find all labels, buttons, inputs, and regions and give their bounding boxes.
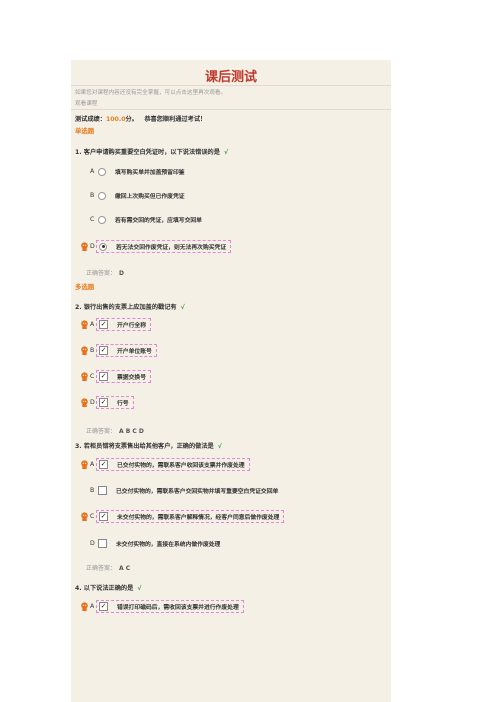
orange-avatar-marker-icon	[81, 242, 88, 251]
divider	[71, 109, 391, 110]
option-3b[interactable]: B 已交付实物的，需联系客户交回实物并填写重要空白凭证交回单	[80, 484, 282, 497]
radio-button[interactable]	[98, 215, 106, 224]
option-3d[interactable]: D 未交付实物的，直接在系统内做作废处理	[80, 537, 224, 550]
divider	[71, 85, 391, 86]
option-2d[interactable]: D ✓ 行号	[80, 396, 134, 409]
option-text: 未交付实物的，直接在系统内做作废处理	[116, 542, 221, 548]
checkbox-checked[interactable]: ✓	[99, 512, 108, 521]
page-title: 课后测试	[204, 70, 257, 85]
radio-button[interactable]	[98, 167, 106, 176]
score-value: 100.0	[105, 116, 126, 123]
option-text: 缴回上次购买但已作废凭证	[115, 194, 185, 200]
score-label: 测试成绩：	[75, 116, 106, 123]
answer-label: 正确答案：	[86, 565, 117, 572]
option-2a[interactable]: A ✓ 开户行全称	[80, 318, 151, 331]
score-message: 恭喜您顺利通过考试！	[144, 116, 207, 123]
orange-avatar-marker-icon	[81, 372, 88, 381]
answer-label: 正确答案：	[86, 428, 117, 435]
orange-avatar-marker-icon	[81, 320, 88, 329]
checkbox-checked[interactable]: ✓	[99, 398, 108, 407]
review-course-link[interactable]: 观看课程	[75, 99, 97, 107]
question-label: 3. 若柜员错将支票售出给其他客户，正确的做法是	[75, 443, 214, 450]
checkbox[interactable]	[98, 539, 107, 548]
radio-button[interactable]	[98, 191, 106, 200]
orange-avatar-marker-icon	[81, 398, 88, 407]
orange-avatar-marker-icon	[81, 346, 88, 355]
checkbox-checked[interactable]: ✓	[99, 460, 108, 469]
question-label: 1. 客户申请购买重要空白凭证时，以下说法错误的是	[75, 149, 220, 156]
correct-check-icon: √	[217, 443, 222, 450]
option-text: 填写购买单并加盖预留印鉴	[115, 170, 185, 176]
question-label: 4. 以下说法正确的是	[75, 585, 134, 592]
correct-check-icon: √	[180, 304, 185, 311]
option-1c[interactable]: C 若有需交回的凭证，应填写交回单	[80, 213, 206, 226]
option-text: 若有需交回的凭证，应填写交回单	[115, 218, 202, 224]
score-line: 测试成绩：100.0分。 恭喜您顺利通过考试！	[75, 114, 206, 123]
orange-avatar-marker-icon	[81, 460, 88, 469]
option-2b[interactable]: B ✓ 开户单位账号	[80, 344, 157, 357]
question-1: 1. 客户申请购买重要空白凭证时，以下说法错误的是 √	[75, 147, 228, 156]
option-3c[interactable]: C ✓ 未交付实物的，需联系客户解释情况，经客户同意后做作废处理	[80, 510, 285, 523]
checkbox[interactable]	[98, 486, 107, 495]
option-text: 开户单位账号	[117, 349, 152, 355]
correct-check-icon: √	[137, 585, 142, 592]
correct-check-icon: √	[223, 149, 229, 156]
checkbox-checked[interactable]: ✓	[99, 346, 108, 355]
correct-answer: 正确答案： D	[86, 268, 124, 277]
option-text: 票据交换号	[117, 375, 146, 381]
option-text: 错误打印磁码后，需收回该支票并进行作废处理	[117, 605, 239, 611]
option-3a[interactable]: A ✓ 已交付实物的，需联系客户收回该支票并作废处理	[80, 458, 250, 471]
question-label: 2. 银行出售的支票上应加盖的戳记有	[75, 304, 177, 311]
option-2c[interactable]: C ✓ 票据交换号	[80, 370, 151, 383]
orange-avatar-marker-icon	[81, 512, 88, 521]
answer-value: D	[119, 270, 124, 277]
question-3: 3. 若柜员错将支票售出给其他客户，正确的做法是 √	[75, 441, 222, 450]
option-1b[interactable]: B 缴回上次购买但已作废凭证	[80, 189, 189, 202]
correct-answer: 正确答案： A B C D	[86, 426, 144, 435]
score-unit: 分。	[125, 116, 138, 123]
option-text: 未交付实物的，需联系客户解释情况，经客户同意后做作废处理	[117, 515, 280, 521]
option-text: 若无法交回作废凭证，则无法再次购买凭证	[116, 245, 227, 251]
checkbox-checked[interactable]: ✓	[99, 320, 108, 329]
option-text: 已交付实物的，需联系客户交回实物并填写重要空白凭证交回单	[116, 489, 279, 495]
rewatch-notice[interactable]: 如果您对课程内容还没有完全掌握，可以点击这里再次观看。	[75, 88, 226, 96]
correct-answer: 正确答案： A C	[86, 563, 130, 572]
checkbox-checked[interactable]: ✓	[99, 602, 108, 611]
section-multi-choice: 多选题	[75, 283, 95, 291]
answer-label: 正确答案：	[86, 270, 117, 277]
answer-value: A C	[119, 565, 131, 572]
radio-button-selected[interactable]	[99, 242, 107, 251]
orange-avatar-marker-icon	[81, 602, 88, 611]
option-text: 开户行全称	[117, 323, 146, 329]
option-4a[interactable]: A ✓ 错误打印磁码后，需收回该支票并进行作废处理	[80, 600, 244, 613]
section-single-choice: 单选题	[75, 127, 95, 135]
question-4: 4. 以下说法正确的是 √	[75, 583, 141, 592]
option-1d[interactable]: D 若无法交回作废凭证，则无法再次购买凭证	[80, 240, 232, 253]
option-text: 行号	[117, 401, 129, 407]
question-2: 2. 银行出售的支票上应加盖的戳记有 √	[75, 302, 185, 311]
option-text: 已交付实物的，需联系客户收回该支票并作废处理	[117, 463, 245, 469]
answer-value: A B C D	[119, 428, 144, 435]
checkbox-checked[interactable]: ✓	[99, 372, 108, 381]
option-1a[interactable]: A 填写购买单并加盖预留印鉴	[80, 165, 189, 178]
